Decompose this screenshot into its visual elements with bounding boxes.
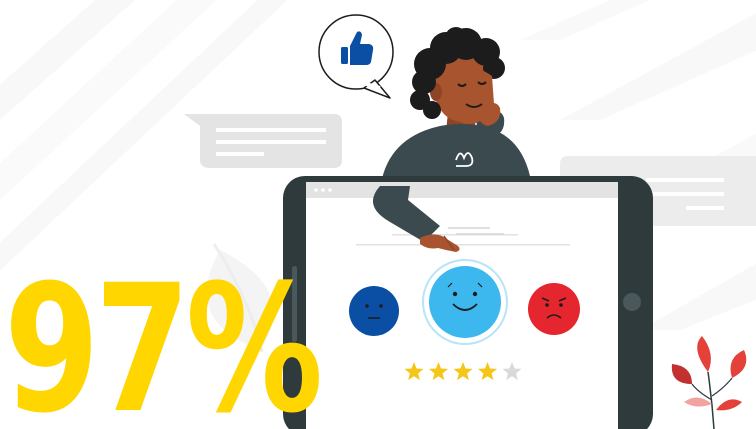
speech-bubble-left	[184, 114, 342, 168]
satisfaction-stat: 97%	[4, 247, 323, 429]
plant	[671, 336, 747, 429]
illustration-stage: 97%	[0, 0, 756, 429]
thumbs-up-bubble	[318, 14, 394, 99]
sad-face-icon[interactable]	[528, 283, 580, 335]
happy-face-icon[interactable]	[422, 259, 508, 345]
neutral-face-icon[interactable]	[349, 286, 399, 336]
person	[380, 27, 534, 190]
